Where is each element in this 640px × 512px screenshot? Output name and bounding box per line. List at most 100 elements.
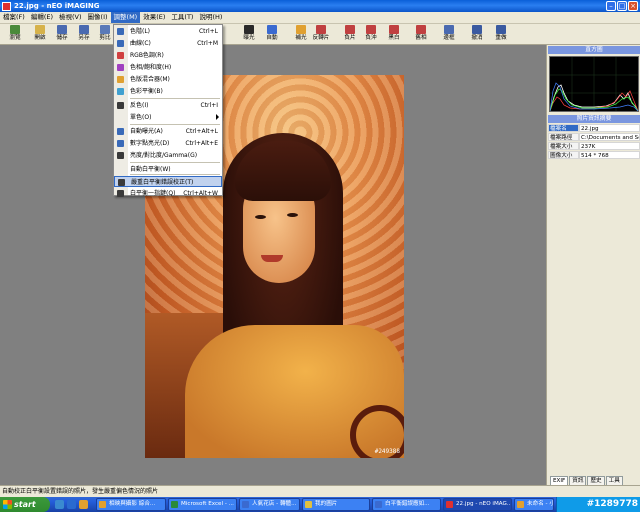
hue-saturation-icon: [117, 64, 124, 71]
exposure-icon: [244, 25, 254, 34]
adjust-menu-dropdown: 色階(L) Ctrl+L 曲線(C) Ctrl+M RGB色調(R) 色相/飽和度(H) 色…: [113, 24, 223, 199]
start-button[interactable]: start: [0, 497, 50, 512]
right-panel: 直方圖 照片資訊摘要 檔案名 22.jpg 檔案路徑 C:\Documents …: [546, 45, 640, 485]
reversal-film-icon: [316, 25, 326, 34]
menu-item[interactable]: 色版混合器(M): [114, 74, 222, 85]
menu-item[interactable]: RGB色調(R): [114, 50, 222, 61]
menu-adjust[interactable]: 調整(M): [110, 12, 141, 23]
task-app-icon: [375, 501, 382, 508]
menu-item[interactable]: 數字點亮光(D) Ctrl+Alt+E: [114, 138, 222, 149]
menu-item-shortcut: Ctrl+Alt+W: [183, 190, 218, 197]
taskbar-task[interactable]: 我的圖片: [302, 498, 370, 511]
task-label: 我的圖片: [315, 501, 338, 507]
black-white-icon: [389, 25, 399, 34]
internet-explorer-icon[interactable]: [67, 500, 76, 509]
menu-item[interactable]: 自動白平衡(W): [114, 164, 222, 175]
task-app-icon: [99, 501, 106, 508]
info-row-filesize[interactable]: 檔案大小 237K: [548, 142, 640, 150]
menu-item[interactable]: 亮度/對比度/Gamma(G): [114, 150, 222, 161]
redo-icon: [496, 25, 506, 34]
white-balance-fix-icon: [118, 179, 125, 186]
taskbar-task[interactable]: 22.jpg - nEO iMAG...: [443, 498, 512, 511]
window-title: 22.jpg - nEO iMAGING: [14, 2, 100, 10]
taskbar-task[interactable]: 未命名 - 小畫家: [514, 498, 554, 511]
menu-item[interactable]: 自動曝光(A) Ctrl+Alt+L: [114, 126, 222, 137]
auto-exposure-icon: [117, 128, 124, 135]
taskbar-task[interactable]: 白平衡錯誤應如...: [372, 498, 441, 511]
tab-info[interactable]: 資訊: [569, 476, 587, 485]
info-key: 檔案名: [548, 124, 579, 132]
task-label: Microsoft Excel - ...: [181, 501, 234, 507]
menu-image[interactable]: 圖像(I): [85, 12, 111, 23]
toolbar-button-old-photo[interactable]: 舊相: [408, 25, 434, 44]
menu-file[interactable]: 檔案(F): [0, 12, 28, 23]
menu-item[interactable]: 色相/飽和度(H): [114, 62, 222, 73]
open-folder-icon: [35, 25, 45, 34]
maximize-button[interactable]: □: [617, 1, 627, 11]
info-row-filename[interactable]: 檔案名 22.jpg: [548, 124, 640, 132]
task-label: 人氣花店 - 轉體...: [252, 501, 297, 507]
menu-item[interactable]: 曲線(C) Ctrl+M: [114, 38, 222, 49]
digital-flash-icon: [117, 140, 124, 147]
toolbar-button-frame[interactable]: 邊框: [436, 25, 462, 44]
menu-item[interactable]: 色階(L) Ctrl+L: [114, 26, 222, 37]
photo-watermark: #249388: [374, 448, 400, 455]
menu-item[interactable]: 嚴重白平衡錯誤校正(T): [114, 176, 222, 187]
menu-edit[interactable]: 編輯(E): [28, 12, 56, 23]
menu-item[interactable]: 色彩平衡(B): [114, 86, 222, 97]
task-app-icon: [446, 501, 453, 508]
negative-icon: [345, 25, 355, 34]
menu-item[interactable]: 單色(O): [114, 112, 222, 123]
task-app-icon: [242, 501, 249, 508]
toolbar-button-redo[interactable]: 重做: [488, 25, 514, 44]
toolbar-button-label: 重做: [495, 35, 507, 41]
menu-item-label: 色相/飽和度(H): [130, 64, 172, 71]
tab-history[interactable]: 歷史: [587, 476, 605, 485]
menu-effects[interactable]: 效果(E): [140, 12, 168, 23]
menu-item-label: 曲線(C): [130, 40, 151, 47]
menu-item[interactable]: 白平衡一指鍵(Q) Ctrl+Alt+W: [114, 188, 222, 199]
brightness-contrast-icon: [117, 152, 124, 159]
toolbar-button-black-white[interactable]: 黑白: [381, 25, 407, 44]
undo-icon: [472, 25, 482, 34]
task-label: 未命名 - 小畫家: [527, 501, 553, 507]
menu-item-label: 色階(L): [130, 28, 151, 35]
menu-item-label: 數字點亮光(D): [130, 140, 170, 147]
menu-view[interactable]: 檢視(V): [56, 12, 85, 23]
menu-help[interactable]: 說明(H): [196, 12, 225, 23]
info-row-filepath[interactable]: 檔案路徑 C:\Documents and Setting: [548, 133, 640, 141]
histogram-svg: [549, 57, 639, 112]
taskbar-task[interactable]: Microsoft Excel - ...: [168, 498, 237, 511]
tab-tools[interactable]: 工具: [605, 476, 623, 485]
show-desktop-icon[interactable]: [55, 500, 64, 509]
panel-tabs: EXIF 資訊 歷史 工具: [550, 476, 624, 485]
save-as-icon: [79, 25, 89, 34]
menu-item[interactable]: 反色(I) Ctrl+I: [114, 100, 222, 111]
taskbar-task[interactable]: 人氣花店 - 轉體...: [239, 498, 300, 511]
menu-bar: 檔案(F) 編輯(E) 檢視(V) 圖像(I) 調整(M) 效果(E) 工具(T…: [0, 12, 640, 24]
toolbar-button-label: 邊框: [443, 35, 455, 41]
taskbar-task[interactable]: 相映與攝影 綜合...: [96, 498, 166, 511]
minimize-button[interactable]: –: [606, 1, 616, 11]
toolbar-button-browse[interactable]: 瀏覽: [2, 25, 28, 44]
toolbar-button-reversal-film[interactable]: 反轉片: [308, 25, 334, 44]
menu-item-label: 色彩平衡(B): [130, 88, 163, 95]
menu-item-shortcut: Ctrl+Alt+L: [185, 128, 218, 135]
image-workspace[interactable]: #249388: [0, 45, 546, 485]
toolbar-button-undo[interactable]: 撤消: [464, 25, 490, 44]
start-label: start: [14, 500, 36, 509]
histogram-chart: [549, 56, 639, 112]
toolbar-button-auto[interactable]: 自動: [259, 25, 285, 44]
submenu-arrow-icon: [216, 114, 219, 120]
close-button[interactable]: ×: [628, 1, 638, 11]
menu-tools[interactable]: 工具(T): [168, 12, 196, 23]
tab-exif[interactable]: EXIF: [550, 476, 569, 485]
photo-eye-left: [255, 215, 266, 219]
messenger-icon[interactable]: [79, 500, 88, 509]
menu-item-label: 自動曝光(A): [130, 128, 163, 135]
system-tray: #1289778: [556, 497, 640, 512]
info-value: 514 * 768: [579, 151, 640, 159]
info-row-imagesize[interactable]: 圖像大小 514 * 768: [548, 151, 640, 159]
menu-item-label: 亮度/對比度/Gamma(G): [130, 152, 198, 159]
info-key: 檔案大小: [548, 142, 579, 150]
